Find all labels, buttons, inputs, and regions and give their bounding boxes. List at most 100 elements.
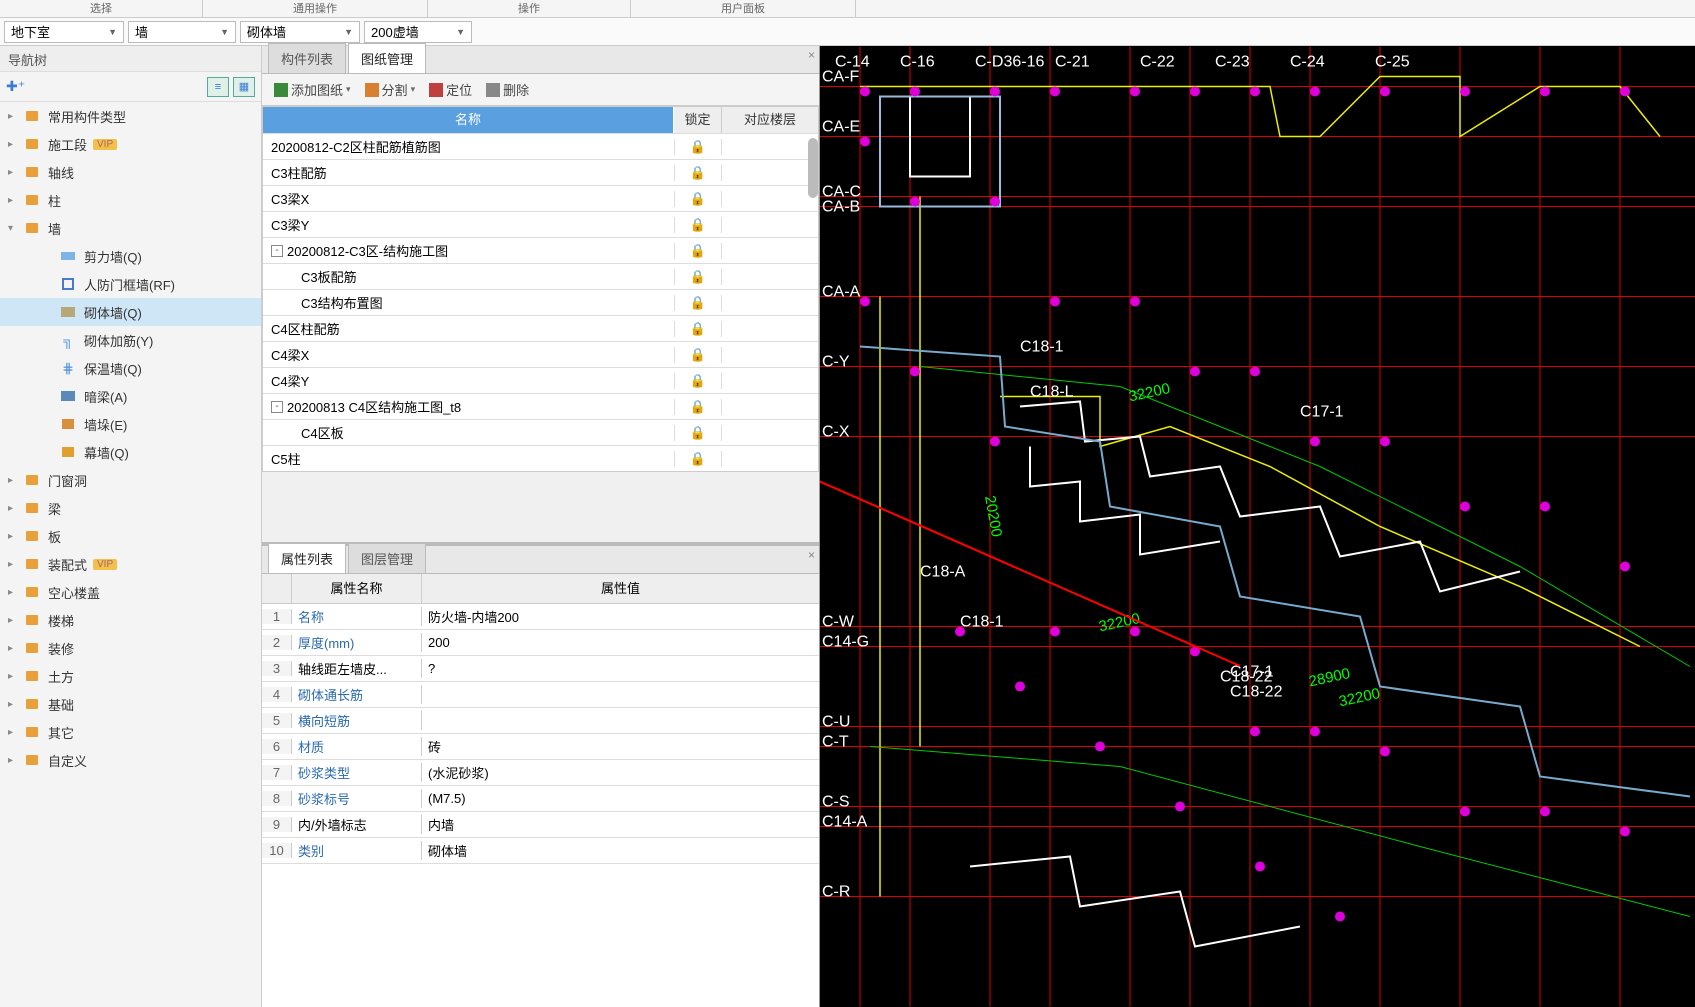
tab-drawing-manage[interactable]: 图纸管理: [348, 43, 426, 73]
close-icon[interactable]: ×: [808, 548, 815, 562]
ribbon-tab[interactable]: 选择: [0, 0, 203, 17]
property-value[interactable]: (M7.5): [422, 791, 819, 806]
tree-item[interactable]: ▸轴线: [0, 158, 261, 186]
tab-layer-manage[interactable]: 图层管理: [348, 543, 426, 573]
tree-item[interactable]: 墙垛(E): [0, 410, 261, 438]
tree-item[interactable]: ▸施工段VIP: [0, 130, 261, 158]
expand-icon[interactable]: ▸: [8, 503, 22, 514]
property-value[interactable]: 内墙: [422, 815, 819, 834]
property-value[interactable]: 200: [422, 635, 819, 650]
tree-item[interactable]: ▸空心楼盖: [0, 578, 261, 606]
property-row[interactable]: 8砂浆标号(M7.5): [262, 786, 819, 812]
tree-item[interactable]: ▸柱: [0, 186, 261, 214]
property-value[interactable]: (水泥砂浆): [422, 763, 819, 782]
expand-icon[interactable]: ▸: [8, 167, 22, 178]
property-value[interactable]: 砌体墙: [422, 841, 819, 860]
drawing-row[interactable]: -20200812-C3区-结构施工图🔒: [263, 237, 818, 263]
tree-item[interactable]: 幕墙(Q): [0, 438, 261, 466]
ribbon-tab[interactable]: 通用操作: [203, 0, 428, 17]
tree-item[interactable]: ▸土方: [0, 662, 261, 690]
split-button[interactable]: 分割▾: [359, 77, 422, 102]
drawing-row[interactable]: C3结构布置图🔒: [263, 289, 818, 315]
expand-icon[interactable]: ▸: [8, 195, 22, 206]
drawing-row[interactable]: C3板配筋🔒: [263, 263, 818, 289]
tree-item[interactable]: ▸板: [0, 522, 261, 550]
tree-item[interactable]: ▸自定义: [0, 746, 261, 774]
expand-icon[interactable]: ▸: [8, 699, 22, 710]
drawing-row[interactable]: C5柱🔒: [263, 445, 818, 471]
expand-icon[interactable]: ▸: [8, 587, 22, 598]
drawing-row[interactable]: C3梁X🔒: [263, 185, 818, 211]
expand-icon[interactable]: ▸: [8, 531, 22, 542]
lock-icon[interactable]: 🔒: [674, 139, 722, 155]
property-value[interactable]: 防火墙-内墙200: [422, 607, 819, 626]
lock-icon[interactable]: 🔒: [674, 165, 722, 181]
tree-item[interactable]: ▸基础: [0, 690, 261, 718]
property-row[interactable]: 1名称防火墙-内墙200: [262, 604, 819, 630]
lock-icon[interactable]: 🔒: [674, 217, 722, 233]
drawing-row[interactable]: C4梁X🔒: [263, 341, 818, 367]
property-row[interactable]: 6材质砖: [262, 734, 819, 760]
floor-dropdown[interactable]: 地下室▼: [4, 21, 124, 43]
expand-box-icon[interactable]: -: [271, 401, 283, 413]
expand-icon[interactable]: ▸: [8, 559, 22, 570]
drawing-row[interactable]: C4区板🔒: [263, 419, 818, 445]
expand-icon[interactable]: ▸: [8, 727, 22, 738]
tree-item[interactable]: 暗梁(A): [0, 382, 261, 410]
close-icon[interactable]: ×: [808, 48, 815, 62]
subtype-dropdown[interactable]: 200虚墙▼: [364, 21, 472, 43]
property-row[interactable]: 3轴线距左墙皮...?: [262, 656, 819, 682]
property-value[interactable]: 砖: [422, 737, 819, 756]
lock-icon[interactable]: 🔒: [674, 321, 722, 337]
expand-icon[interactable]: ▸: [8, 755, 22, 766]
lock-icon[interactable]: 🔒: [674, 399, 722, 415]
property-row[interactable]: 7砂浆类型(水泥砂浆): [262, 760, 819, 786]
expand-icon[interactable]: ▸: [8, 111, 22, 122]
lock-icon[interactable]: 🔒: [674, 373, 722, 389]
add-icon[interactable]: ✚⁺: [6, 78, 25, 95]
expand-icon[interactable]: ▸: [8, 671, 22, 682]
ribbon-tab[interactable]: 用户面板: [631, 0, 856, 17]
drawing-row[interactable]: C3柱配筋🔒: [263, 159, 818, 185]
property-row[interactable]: 10类别砌体墙: [262, 838, 819, 864]
tree-item[interactable]: 剪力墙(Q): [0, 242, 261, 270]
expand-icon[interactable]: ▸: [8, 475, 22, 486]
property-row[interactable]: 2厚度(mm)200: [262, 630, 819, 656]
grid-view-icon[interactable]: ▦: [233, 77, 255, 97]
lock-icon[interactable]: 🔒: [674, 347, 722, 363]
drawing-row[interactable]: C4区柱配筋🔒: [263, 315, 818, 341]
lock-icon[interactable]: 🔒: [674, 243, 722, 259]
property-row[interactable]: 9内/外墙标志内墙: [262, 812, 819, 838]
tree-item[interactable]: ▸常用构件类型: [0, 102, 261, 130]
drawing-row[interactable]: C4梁Y🔒: [263, 367, 818, 393]
category-dropdown[interactable]: 墙▼: [128, 21, 236, 43]
cad-canvas[interactable]: C-14C-16C-D36-16C-21C-22C-23C-24C-25 CA-…: [820, 46, 1695, 1007]
tree-item[interactable]: ▸楼梯: [0, 606, 261, 634]
expand-icon[interactable]: ▸: [8, 643, 22, 654]
tree-item[interactable]: ▸装修: [0, 634, 261, 662]
drawing-row[interactable]: C3梁Y🔒: [263, 211, 818, 237]
lock-icon[interactable]: 🔒: [674, 295, 722, 311]
lock-icon[interactable]: 🔒: [674, 425, 722, 441]
property-row[interactable]: 4砌体通长筋: [262, 682, 819, 708]
lock-icon[interactable]: 🔒: [674, 269, 722, 285]
tree-item[interactable]: ▸装配式VIP: [0, 550, 261, 578]
list-view-icon[interactable]: ≡: [207, 77, 229, 97]
expand-icon[interactable]: ▸: [8, 615, 22, 626]
tab-component-list[interactable]: 构件列表: [268, 43, 346, 73]
ribbon-tab[interactable]: 操作: [428, 0, 631, 17]
type-dropdown[interactable]: 砌体墙▼: [240, 21, 360, 43]
drawing-row[interactable]: 20200812-C2区柱配筋植筋图🔒: [263, 133, 818, 159]
lock-icon[interactable]: 🔒: [674, 191, 722, 207]
expand-icon[interactable]: ▸: [8, 139, 22, 150]
add-drawing-button[interactable]: 添加图纸▾: [268, 77, 357, 102]
property-row[interactable]: 5横向短筋: [262, 708, 819, 734]
property-value[interactable]: ?: [422, 661, 819, 676]
tree-item[interactable]: ▸其它: [0, 718, 261, 746]
locate-button[interactable]: 定位: [423, 77, 478, 102]
tree-item[interactable]: 人防门框墙(RF): [0, 270, 261, 298]
scrollbar-thumb[interactable]: [808, 138, 818, 198]
tab-property-list[interactable]: 属性列表: [268, 543, 346, 573]
tree-item[interactable]: ▸梁: [0, 494, 261, 522]
tree-item[interactable]: ╗砌体加筋(Y): [0, 326, 261, 354]
